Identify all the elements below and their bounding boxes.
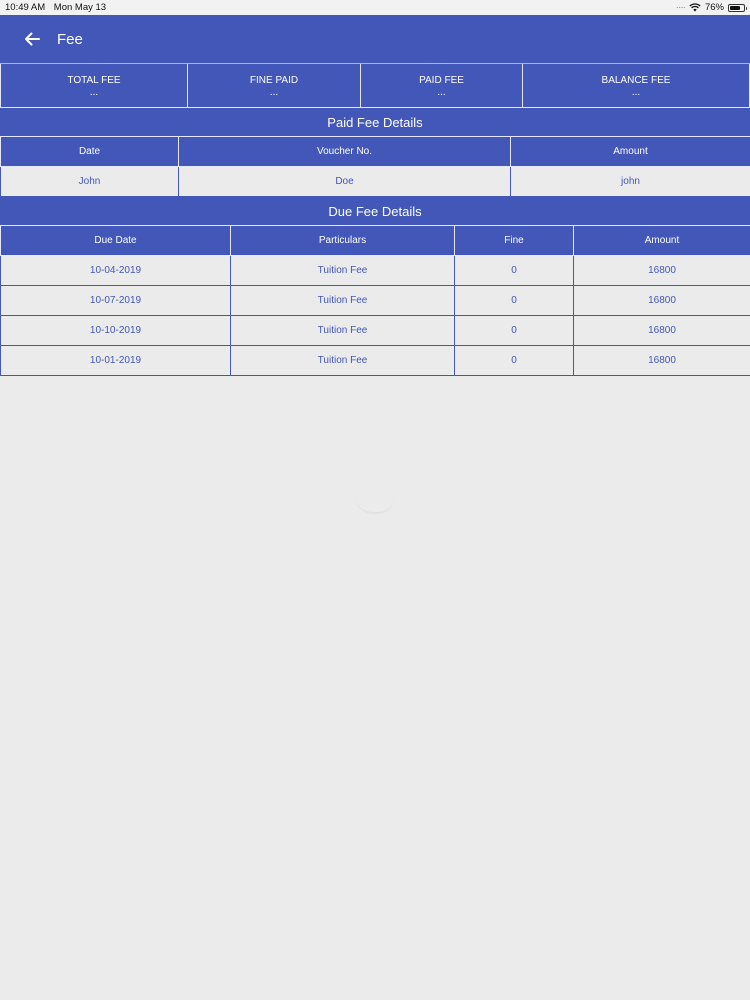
due-fee-header: Due Fee Details — [0, 197, 750, 225]
table-header-row: Due Date Particulars Fine Amount — [0, 225, 750, 256]
battery-fill — [730, 5, 740, 10]
cell-amount: 16800 — [573, 285, 750, 316]
paid-fee-header: Paid Fee Details — [0, 108, 750, 136]
summary-value: ... — [437, 86, 446, 98]
watermark-mark — [355, 496, 395, 514]
cell-amount: john — [510, 166, 750, 197]
column-header-voucher: Voucher No. — [178, 136, 511, 167]
signal-dots: ···· — [675, 2, 686, 13]
table-row: 10-07-2019 Tuition Fee 0 16800 — [0, 285, 750, 316]
back-button[interactable] — [22, 29, 42, 49]
battery-percent: 76% — [704, 2, 724, 13]
summary-value: ... — [89, 86, 99, 98]
column-header-fine: Fine — [454, 225, 574, 256]
table-row: 10-04-2019 Tuition Fee 0 16800 — [0, 255, 750, 286]
table-header-row: Date Voucher No. Amount — [0, 136, 750, 167]
fee-summary: TOTAL FEE ... FINE PAID ... PAID FEE ...… — [0, 63, 750, 108]
cell-fine: 0 — [454, 285, 574, 316]
summary-label: FINE PAID — [249, 74, 299, 86]
cell-date: John — [0, 166, 179, 197]
summary-value: ... — [631, 86, 641, 98]
cell-fine: 0 — [454, 255, 574, 286]
cell-fine: 0 — [454, 315, 574, 346]
cell-amount: 16800 — [573, 345, 750, 376]
cell-particulars: Tuition Fee — [230, 315, 455, 346]
summary-balance-fee: BALANCE FEE ... — [523, 64, 750, 108]
paid-fee-table: Date Voucher No. Amount John Doe john — [0, 136, 750, 197]
cell-particulars: Tuition Fee — [230, 285, 455, 316]
status-date: Mon May 13 — [53, 2, 107, 13]
column-header-due-date: Due Date — [0, 225, 231, 256]
status-right: ···· 76% — [675, 2, 747, 13]
cell-particulars: Tuition Fee — [230, 345, 455, 376]
summary-label: PAID FEE — [419, 74, 464, 86]
watermark-logo — [345, 496, 405, 524]
wifi-icon — [689, 3, 701, 12]
arrow-left-icon — [25, 32, 40, 46]
column-header-amount: Amount — [510, 136, 750, 167]
status-bar: 10:49 AM Mon May 13 ···· 76% — [0, 0, 750, 15]
cell-due-date: 10-01-2019 — [0, 345, 231, 376]
status-time: 10:49 AM — [5, 2, 46, 13]
cell-voucher: Doe — [178, 166, 511, 197]
column-header-date: Date — [0, 136, 179, 167]
cell-due-date: 10-04-2019 — [0, 255, 231, 286]
summary-total-fee: TOTAL FEE ... — [0, 64, 188, 108]
table-row: 10-10-2019 Tuition Fee 0 16800 — [0, 315, 750, 346]
summary-label: TOTAL FEE — [67, 74, 121, 86]
battery-icon — [728, 3, 747, 12]
cell-due-date: 10-07-2019 — [0, 285, 231, 316]
cell-fine: 0 — [454, 345, 574, 376]
due-fee-table: Due Date Particulars Fine Amount 10-04-2… — [0, 225, 750, 376]
cell-due-date: 10-10-2019 — [0, 315, 231, 346]
status-left: 10:49 AM Mon May 13 — [5, 2, 112, 13]
page-title: Fee — [57, 30, 83, 48]
cell-amount: 16800 — [573, 315, 750, 346]
column-header-amount: Amount — [573, 225, 750, 256]
table-row: John Doe john — [0, 166, 750, 197]
cell-particulars: Tuition Fee — [230, 255, 455, 286]
summary-label: BALANCE FEE — [601, 74, 671, 86]
summary-paid-fee: PAID FEE ... — [361, 64, 523, 108]
column-header-particulars: Particulars — [230, 225, 455, 256]
summary-value: ... — [269, 86, 279, 98]
cell-amount: 16800 — [573, 255, 750, 286]
summary-fine-paid: FINE PAID ... — [188, 64, 361, 108]
app-bar: Fee — [0, 15, 750, 63]
table-row: 10-01-2019 Tuition Fee 0 16800 — [0, 345, 750, 376]
